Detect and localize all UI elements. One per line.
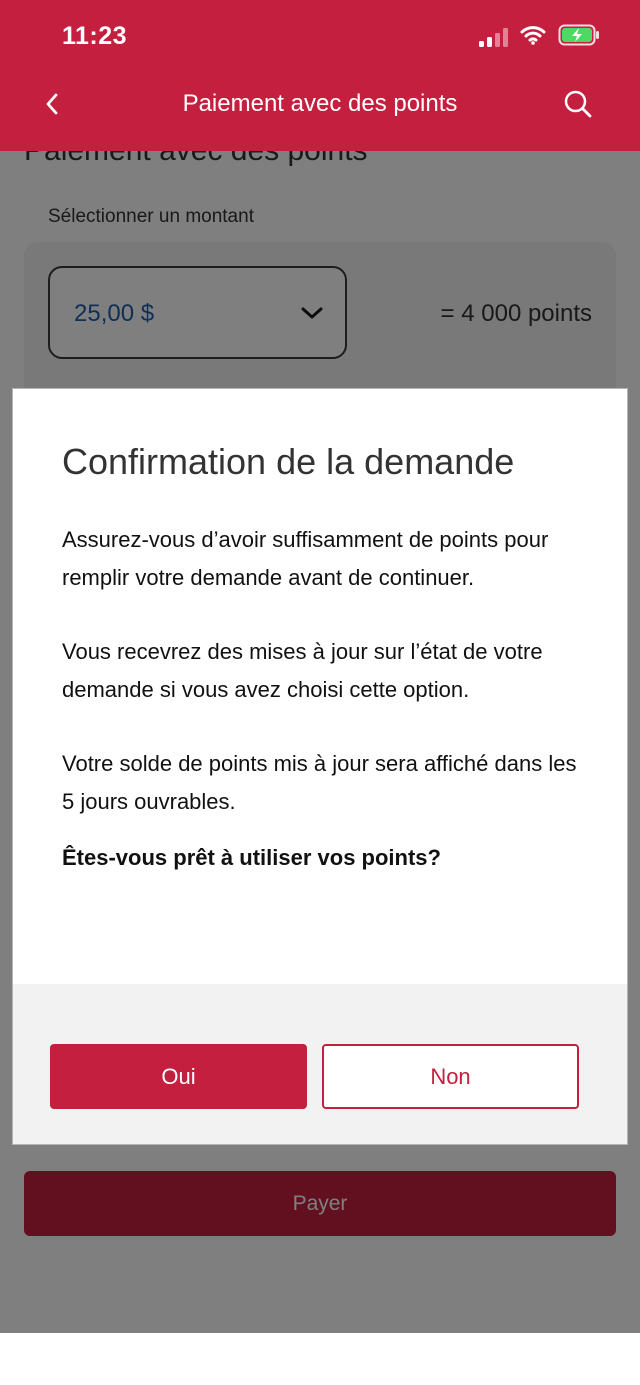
dialog-paragraph: Vous recevrez des mises à jour sur l’éta… [62, 639, 543, 702]
dialog-question: Êtes-vous prêt à utiliser vos points? [62, 845, 441, 870]
dialog-paragraph: Assurez-vous d’avoir suffisamment de poi… [62, 527, 549, 590]
search-button[interactable] [556, 84, 600, 128]
cellular-signal-icon [479, 27, 508, 47]
battery-charging-icon [558, 24, 600, 51]
status-bar: 11:23 [0, 0, 640, 72]
dialog-paragraph: Votre solde de points mis à jour sera af… [62, 751, 577, 814]
yes-button[interactable]: Oui [50, 1044, 307, 1109]
dialog-footer: Oui Non [13, 984, 627, 1144]
app-header: 11:23 Paiement avec des points [0, 0, 640, 151]
no-button[interactable]: Non [322, 1044, 579, 1109]
confirmation-dialog: Confirmation de la demande Assurez-vous … [12, 388, 628, 1145]
wifi-icon [520, 25, 546, 50]
nav-bar: Paiement avec des points [0, 72, 640, 151]
search-icon [563, 89, 593, 124]
home-indicator-area [0, 1333, 640, 1385]
nav-title: Paiement avec des points [182, 90, 458, 117]
status-time: 11:23 [62, 22, 128, 50]
status-icons [479, 24, 600, 50]
dialog-title: Confirmation de la demande [62, 441, 515, 482]
dialog-body: Confirmation de la demande Assurez-vous … [13, 389, 627, 984]
